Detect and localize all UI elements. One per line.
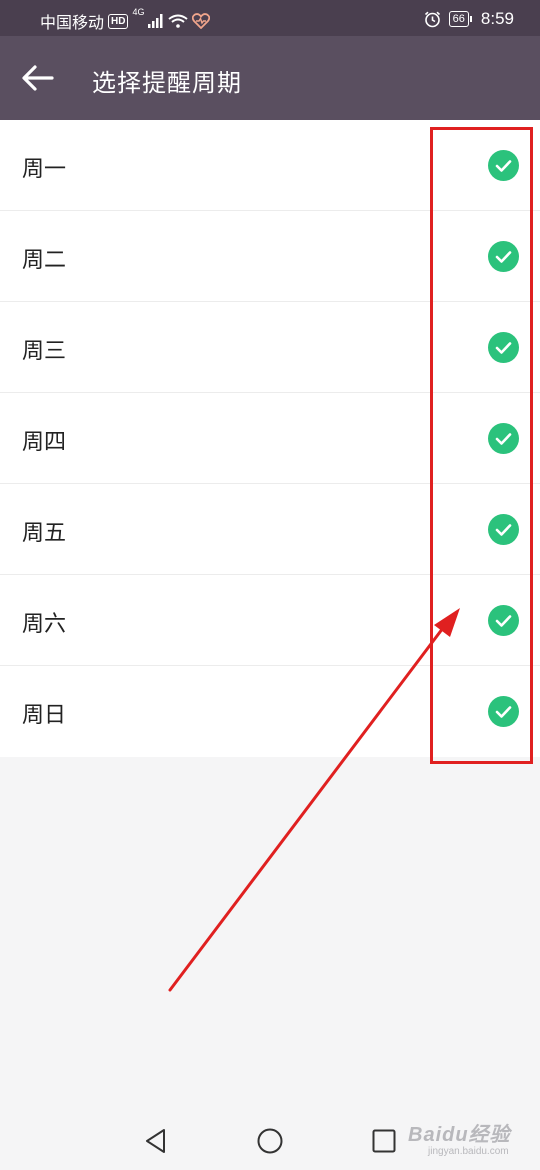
- check-circle-icon[interactable]: [488, 696, 519, 727]
- day-row-sunday[interactable]: 周日: [0, 666, 540, 757]
- network-type-label: 4G: [132, 7, 145, 17]
- circle-home-icon: [257, 1128, 283, 1154]
- day-label: 周六: [22, 612, 67, 637]
- day-label: 周日: [22, 703, 67, 728]
- battery-indicator: 66: [448, 11, 473, 27]
- triangle-back-icon: [146, 1129, 165, 1153]
- day-row-thursday[interactable]: 周四: [0, 393, 540, 484]
- health-heart-icon: [192, 13, 211, 29]
- nav-recents-button[interactable]: [369, 1126, 399, 1156]
- hd-badge: HD: [108, 13, 129, 29]
- day-row-saturday[interactable]: 周六: [0, 575, 540, 666]
- check-circle-icon[interactable]: [488, 423, 519, 454]
- app-bar: 选择提醒周期: [0, 36, 540, 120]
- check-circle-icon[interactable]: [488, 514, 519, 545]
- day-label: 周二: [22, 248, 67, 273]
- check-circle-icon[interactable]: [488, 241, 519, 272]
- day-list: 周一 周二 周三 周四 周五 周六 周日: [0, 120, 540, 757]
- watermark-brand: Baidu经验: [408, 1124, 511, 1146]
- check-circle-icon[interactable]: [488, 605, 519, 636]
- watermark-url: jingyan.baidu.com: [428, 1146, 509, 1157]
- day-row-wednesday[interactable]: 周三: [0, 302, 540, 393]
- back-arrow-icon: [22, 65, 54, 91]
- carrier-label: 中国移动: [40, 15, 105, 32]
- square-recents-icon: [372, 1129, 396, 1153]
- day-label: 周三: [22, 339, 67, 364]
- nav-home-button[interactable]: [255, 1126, 285, 1156]
- wifi-icon: [168, 14, 189, 28]
- clock-time: 8:59: [480, 9, 514, 28]
- page-title: 选择提醒周期: [92, 69, 242, 97]
- day-label: 周四: [22, 430, 67, 455]
- check-circle-icon[interactable]: [488, 150, 519, 181]
- day-row-friday[interactable]: 周五: [0, 484, 540, 575]
- signal-icon: [148, 14, 163, 28]
- baidu-jingyan-watermark: Baidu经验 jingyan.baidu.com: [404, 1112, 532, 1164]
- status-left: 中国移动 HD 4G: [40, 7, 211, 33]
- check-circle-icon[interactable]: [488, 332, 519, 363]
- day-label: 周一: [22, 157, 67, 182]
- status-bar: 中国移动 HD 4G 66 8:59: [0, 0, 540, 36]
- back-button[interactable]: [20, 60, 60, 96]
- day-row-tuesday[interactable]: 周二: [0, 211, 540, 302]
- day-label: 周五: [22, 521, 67, 546]
- day-row-monday[interactable]: 周一: [0, 120, 540, 211]
- nav-back-button[interactable]: [141, 1126, 171, 1156]
- status-right: 66 8:59: [424, 9, 514, 29]
- alarm-clock-icon: [424, 11, 440, 27]
